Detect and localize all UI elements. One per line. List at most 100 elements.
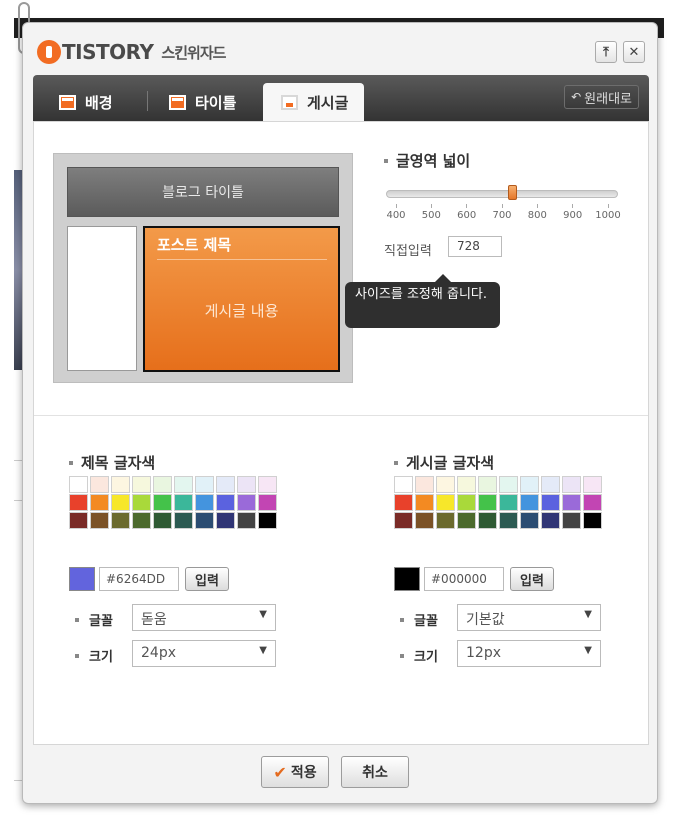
pin-top-button[interactable]: ⤒ bbox=[595, 41, 617, 63]
bullet-icon bbox=[69, 460, 73, 465]
color-swatch[interactable] bbox=[195, 512, 214, 529]
tistory-logo: TISTORY 스킨위자드 bbox=[37, 39, 226, 65]
color-swatch[interactable] bbox=[216, 476, 235, 493]
color-swatch[interactable] bbox=[111, 476, 130, 493]
color-swatch[interactable] bbox=[153, 512, 172, 529]
color-swatch[interactable] bbox=[90, 476, 109, 493]
color-swatch[interactable] bbox=[499, 512, 518, 529]
color-swatch[interactable] bbox=[394, 512, 413, 529]
width-slider[interactable] bbox=[386, 185, 618, 200]
color-swatch[interactable] bbox=[583, 512, 602, 529]
font-label: 글꼴 bbox=[89, 614, 113, 629]
tab-post[interactable]: 게시글 bbox=[263, 83, 365, 121]
color-swatch[interactable] bbox=[195, 476, 214, 493]
color-swatch[interactable] bbox=[562, 512, 581, 529]
reset-button[interactable]: ↶ 원래대로 bbox=[564, 85, 639, 109]
color-swatch[interactable] bbox=[132, 494, 151, 511]
color-swatch[interactable] bbox=[478, 476, 497, 493]
tab-label: 배경 bbox=[85, 93, 113, 112]
bullet-icon bbox=[400, 617, 404, 622]
color-swatch[interactable] bbox=[132, 476, 151, 493]
post-font-select[interactable]: 기본값 ▼ bbox=[457, 604, 601, 631]
color-swatch[interactable] bbox=[562, 476, 581, 493]
color-swatch[interactable] bbox=[394, 476, 413, 493]
color-swatch[interactable] bbox=[69, 494, 88, 511]
color-swatch[interactable] bbox=[174, 512, 193, 529]
color-swatch[interactable] bbox=[195, 494, 214, 511]
width-direct-input[interactable]: 728 bbox=[448, 236, 502, 257]
dropdown-arrow-icon: ▼ bbox=[259, 645, 267, 656]
color-swatch[interactable] bbox=[111, 512, 130, 529]
size-tooltip: 사이즈를 조정해 줍니다. bbox=[345, 274, 500, 328]
color-swatch[interactable] bbox=[69, 512, 88, 529]
color-swatch[interactable] bbox=[520, 476, 539, 493]
tab-background[interactable]: 배경 bbox=[59, 83, 113, 121]
color-swatch[interactable] bbox=[541, 476, 560, 493]
color-swatch[interactable] bbox=[457, 512, 476, 529]
post-size-select[interactable]: 12px ▼ bbox=[457, 640, 601, 667]
color-swatch[interactable] bbox=[258, 476, 277, 493]
settings-panel: 블로그 타이틀 포스트 제목 게시글 내용 글영역 넓이 400 500 600 70… bbox=[33, 121, 649, 745]
color-swatch[interactable] bbox=[216, 494, 235, 511]
apply-button[interactable]: ✔ 적용 bbox=[261, 756, 329, 788]
color-swatch[interactable] bbox=[541, 494, 560, 511]
color-swatch[interactable] bbox=[237, 494, 256, 511]
color-swatch[interactable] bbox=[415, 512, 434, 529]
width-slider-handle[interactable] bbox=[507, 185, 517, 200]
color-swatch[interactable] bbox=[457, 494, 476, 511]
color-swatch[interactable] bbox=[216, 512, 235, 529]
color-swatch[interactable] bbox=[478, 512, 497, 529]
bullet-icon bbox=[384, 158, 388, 163]
color-swatch[interactable] bbox=[415, 476, 434, 493]
title-size-value: 24px bbox=[141, 645, 176, 661]
color-swatch[interactable] bbox=[90, 512, 109, 529]
color-swatch[interactable] bbox=[237, 476, 256, 493]
close-button[interactable]: ✕ bbox=[623, 41, 645, 63]
color-swatch[interactable] bbox=[394, 494, 413, 511]
color-swatch[interactable] bbox=[258, 512, 277, 529]
color-swatch[interactable] bbox=[415, 494, 434, 511]
post-color-label: 게시글 글자색 bbox=[406, 454, 495, 472]
color-swatch[interactable] bbox=[436, 494, 455, 511]
color-swatch[interactable] bbox=[583, 494, 602, 511]
color-swatch[interactable] bbox=[153, 476, 172, 493]
title-font-select[interactable]: 돋움 ▼ bbox=[132, 604, 276, 631]
color-swatch[interactable] bbox=[478, 494, 497, 511]
title-color-section-title: 제목 글자색 bbox=[69, 452, 155, 473]
color-swatch[interactable] bbox=[583, 476, 602, 493]
title-color-input[interactable]: #6264DD bbox=[99, 567, 179, 591]
post-color-section-title: 게시글 글자색 bbox=[394, 452, 494, 473]
color-swatch[interactable] bbox=[258, 494, 277, 511]
color-swatch[interactable] bbox=[436, 512, 455, 529]
color-swatch[interactable] bbox=[111, 494, 130, 511]
color-swatch[interactable] bbox=[69, 476, 88, 493]
color-swatch[interactable] bbox=[562, 494, 581, 511]
bullet-icon bbox=[394, 460, 398, 465]
slider-tick-label: 1000 bbox=[593, 204, 623, 221]
tab-title[interactable]: 타이틀 bbox=[169, 83, 236, 121]
color-swatch[interactable] bbox=[499, 494, 518, 511]
title-size-select[interactable]: 24px ▼ bbox=[132, 640, 276, 667]
post-color-apply-button[interactable]: 입력 bbox=[510, 567, 554, 591]
color-swatch[interactable] bbox=[153, 494, 172, 511]
title-font-label: 글꼴 bbox=[75, 610, 113, 629]
post-font-label: 글꼴 bbox=[400, 610, 438, 629]
color-swatch[interactable] bbox=[520, 494, 539, 511]
post-color-input[interactable]: #000000 bbox=[424, 567, 504, 591]
size-label: 크기 bbox=[414, 650, 438, 665]
color-swatch[interactable] bbox=[436, 476, 455, 493]
title-color-apply-button[interactable]: 입력 bbox=[185, 567, 229, 591]
color-swatch[interactable] bbox=[174, 476, 193, 493]
color-swatch[interactable] bbox=[457, 476, 476, 493]
color-swatch[interactable] bbox=[541, 512, 560, 529]
color-swatch[interactable] bbox=[237, 512, 256, 529]
pin-top-icon: ⤒ bbox=[603, 44, 609, 60]
color-swatch[interactable] bbox=[90, 494, 109, 511]
color-swatch[interactable] bbox=[499, 476, 518, 493]
color-swatch[interactable] bbox=[520, 512, 539, 529]
cancel-button[interactable]: 취소 bbox=[341, 756, 409, 788]
title-color-swatch bbox=[69, 567, 95, 591]
color-swatch[interactable] bbox=[132, 512, 151, 529]
post-color-palette bbox=[394, 476, 604, 529]
color-swatch[interactable] bbox=[174, 494, 193, 511]
